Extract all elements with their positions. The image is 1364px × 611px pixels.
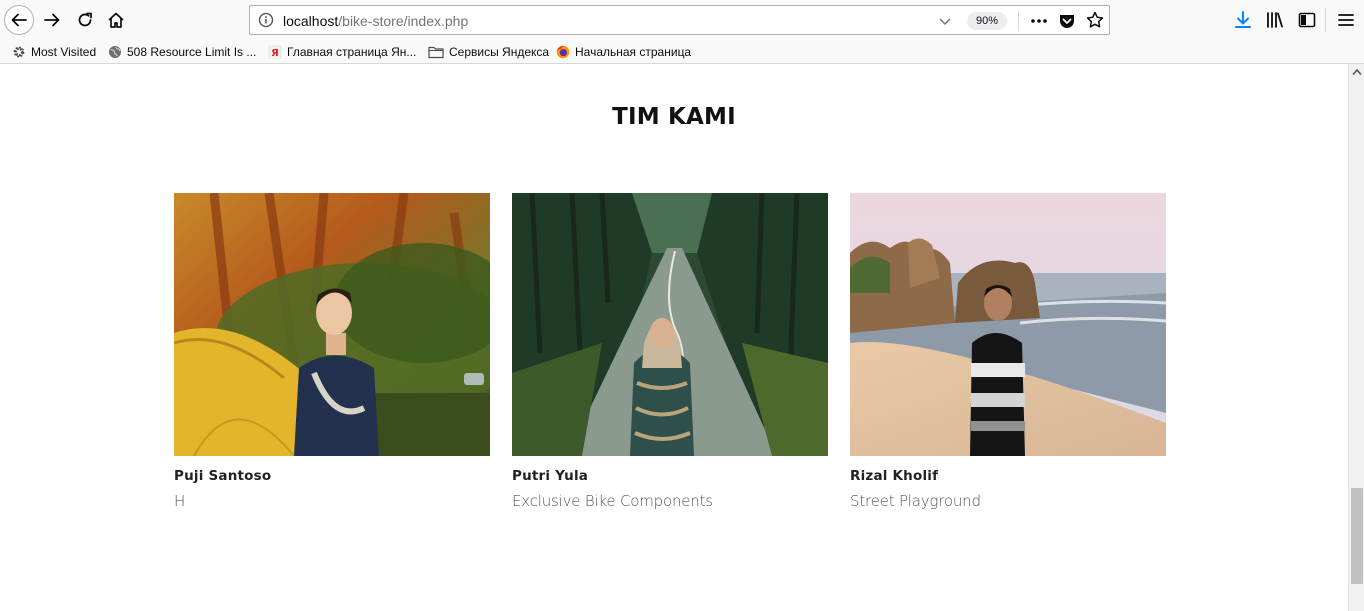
member-role: H	[174, 492, 186, 510]
scrollbar-thumb[interactable]	[1351, 488, 1363, 584]
back-button[interactable]	[4, 5, 34, 35]
bookmark-label: Сервисы Яндекса	[449, 45, 550, 59]
globe-icon	[109, 46, 121, 58]
bookmark-label: Начальная страница	[575, 45, 692, 59]
arrow-left-icon	[11, 13, 27, 27]
url-bar[interactable]: localhost/bike-store/index.php 90%	[249, 5, 1110, 35]
home-button[interactable]	[101, 5, 131, 35]
bookmark-resource-limit[interactable]: 508 Resource Limit Is ...	[103, 41, 261, 63]
yandex-icon: Я	[268, 45, 282, 59]
team-member-card: Puji Santoso H	[174, 193, 490, 510]
bookmark-yandex-home[interactable]: Я Главная страница Ян...	[263, 41, 421, 63]
url-path: /bike-store/index.php	[338, 13, 469, 29]
url-text[interactable]: localhost/bike-store/index.php	[283, 13, 468, 29]
member-photo	[850, 193, 1166, 456]
member-photo	[512, 193, 828, 456]
url-host: localhost	[283, 13, 339, 29]
forward-button[interactable]	[37, 5, 67, 35]
member-role: Street Playground	[850, 492, 981, 510]
zoom-badge[interactable]: 90%	[967, 12, 1007, 30]
gear-icon	[13, 46, 25, 58]
folder-icon	[428, 46, 444, 59]
svg-text:Я: Я	[271, 48, 279, 59]
member-name: Putri Yula	[512, 468, 589, 484]
reload-button[interactable]	[70, 5, 100, 35]
reload-icon	[78, 12, 92, 27]
more-actions-icon[interactable]	[1029, 12, 1049, 30]
pocket-icon[interactable]	[1058, 12, 1076, 30]
member-name: Puji Santoso	[174, 468, 272, 484]
section-title: TIM KAMI	[612, 104, 736, 130]
toolbar-separator	[1325, 8, 1326, 32]
arrow-right-icon	[44, 13, 60, 27]
page-scrollbar[interactable]	[1348, 64, 1364, 611]
firefox-icon	[556, 45, 570, 59]
bookmark-most-visited[interactable]: Most Visited	[7, 41, 101, 63]
bookmark-start-page[interactable]: Начальная страница	[551, 41, 696, 63]
bookmark-label: Главная страница Ян...	[287, 45, 417, 59]
browser-toolbar: localhost/bike-store/index.php 90%	[0, 0, 1364, 40]
sidebar-icon[interactable]	[1297, 10, 1317, 30]
bookmarks-toolbar: Most Visited 508 Resource Limit Is ... Я…	[0, 40, 1364, 64]
bookmark-yandex-services[interactable]: Сервисы Яндекса	[423, 41, 554, 63]
team-member-card: Putri Yula Exclusive Bike Components	[512, 193, 828, 510]
library-icon[interactable]	[1265, 10, 1285, 30]
hamburger-menu-icon[interactable]	[1336, 10, 1356, 30]
page-content: TIM KAMI Puji Santoso H Putri Yula Exclu…	[0, 64, 1348, 611]
download-icon[interactable]	[1233, 10, 1253, 30]
scroll-up-icon[interactable]	[1352, 68, 1362, 76]
member-photo	[174, 193, 490, 456]
member-name: Rizal Kholif	[850, 468, 939, 484]
team-member-card: Rizal Kholif Street Playground	[850, 193, 1166, 510]
star-icon[interactable]	[1086, 11, 1104, 29]
bookmark-label: Most Visited	[31, 45, 97, 59]
url-separator	[1018, 11, 1019, 31]
chevron-down-icon[interactable]	[938, 14, 952, 28]
bookmark-label: 508 Resource Limit Is ...	[127, 45, 257, 59]
home-icon	[108, 12, 124, 28]
member-role: Exclusive Bike Components	[512, 492, 713, 510]
info-icon[interactable]	[258, 12, 274, 28]
